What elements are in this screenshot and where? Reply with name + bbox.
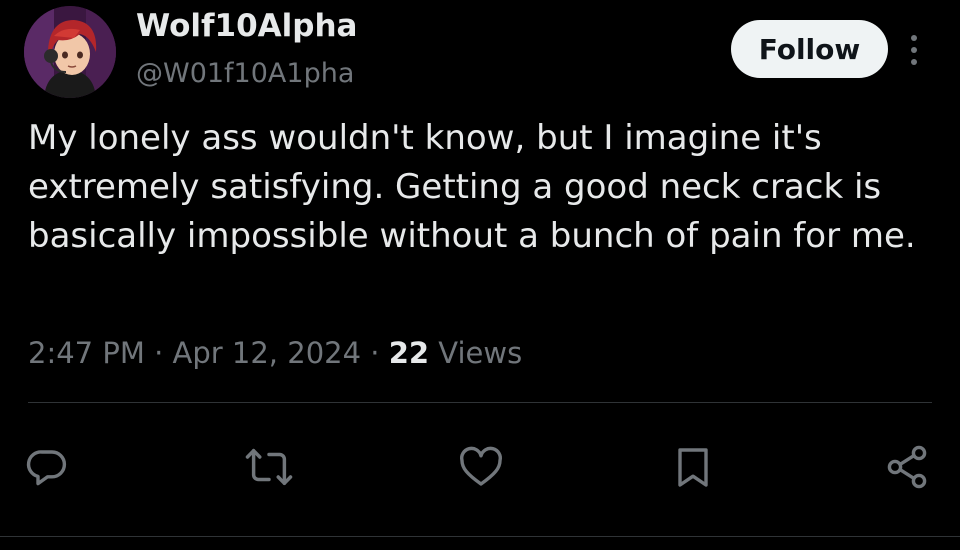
tweet-date[interactable]: Apr 12, 2024 bbox=[173, 336, 362, 370]
anime-character-avatar-icon bbox=[24, 6, 116, 98]
like-icon[interactable] bbox=[454, 440, 508, 494]
views-label: Views bbox=[438, 336, 523, 370]
meta-separator: · bbox=[154, 336, 164, 370]
retweet-icon[interactable] bbox=[242, 440, 296, 494]
avatar[interactable] bbox=[24, 6, 116, 98]
tweet-metadata: 2:47 PM · Apr 12, 2024 · 22 Views bbox=[28, 332, 522, 374]
more-vertical-icon[interactable] bbox=[900, 30, 928, 70]
reply-icon[interactable] bbox=[20, 440, 74, 494]
divider bbox=[0, 536, 960, 537]
divider bbox=[28, 402, 932, 403]
tweet-text: My lonely ass wouldn't know, but I imagi… bbox=[28, 118, 916, 256]
tweet-time[interactable]: 2:47 PM bbox=[28, 336, 145, 370]
user-handle[interactable]: @W01f10A1pha bbox=[136, 54, 354, 94]
views-count: 22 bbox=[388, 336, 430, 370]
share-icon[interactable] bbox=[880, 440, 934, 494]
bookmark-icon[interactable] bbox=[666, 440, 720, 494]
display-name[interactable]: Wolf10Alpha bbox=[136, 4, 357, 48]
follow-button[interactable]: Follow bbox=[731, 20, 888, 78]
meta-separator: · bbox=[370, 336, 380, 370]
